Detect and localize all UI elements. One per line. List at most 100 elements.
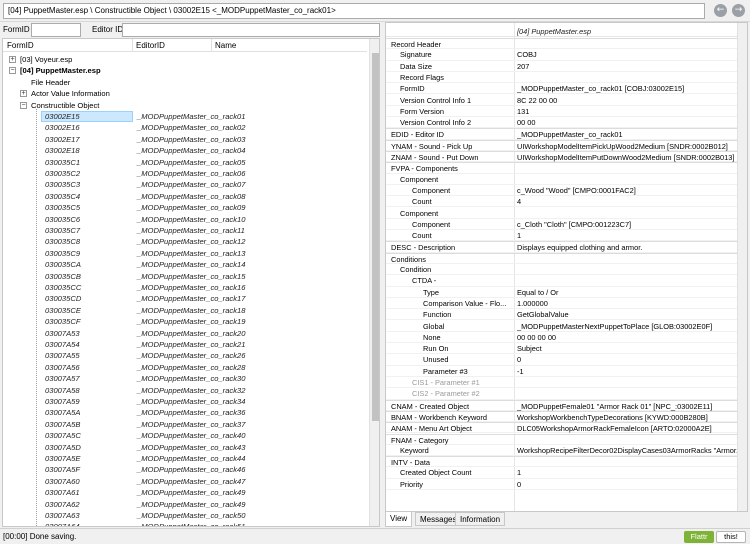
view-field-row[interactable]: FNAM - Category [386,433,737,445]
field-value[interactable]: Subject [517,343,737,354]
field-value[interactable]: c_Cloth "Cloth" [CMPO:001223C7] [517,219,737,230]
view-field-row[interactable]: BNAM - Workbench Keyword WorkshopWorkbenc… [386,410,737,423]
view-field-row[interactable]: Record Flags [386,72,737,84]
back-arrow-icon[interactable]: ← [714,4,727,17]
field-value[interactable]: _MODPuppetMasterNextPuppetToPlace [GLOB:… [517,321,737,332]
tree-record-row[interactable]: 03007A59 _MODPuppetMaster_co_rack34 [3,396,367,407]
tree-record-row[interactable]: 03007A5E _MODPuppetMaster_co_rack44 [3,453,367,464]
view-field-row[interactable]: EDID - Editor ID _MODPuppetMaster_co_rack… [386,128,737,140]
tree-record-row[interactable]: 030035CF _MODPuppetMaster_co_rack19 [3,316,367,327]
view-field-row[interactable]: Component [386,174,737,185]
field-value[interactable]: _MODPuppetMaster_co_rack01 [COBJ:03002E1… [517,83,737,94]
view-field-row[interactable]: CTDA - [386,275,737,287]
tree-record-row[interactable]: 03007A53 _MODPuppetMaster_co_rack20 [3,328,367,339]
tree-scrollbar[interactable] [369,39,379,526]
tree-record-row[interactable]: 030035C5 _MODPuppetMaster_co_rack09 [3,202,367,213]
tree-record-row[interactable]: 03007A5B _MODPuppetMaster_co_rack37 [3,419,367,430]
tree-record-row[interactable]: 03007A57 _MODPuppetMaster_co_rack30 [3,373,367,384]
tree-record-row[interactable]: 030035C9 _MODPuppetMaster_co_rack13 [3,248,367,259]
tree-node[interactable]: + [03] Voyeur.esp [3,54,367,65]
field-value[interactable]: -1 [517,366,737,377]
view-field-row[interactable]: Condition [386,264,737,276]
view-field-row[interactable]: Conditions [386,252,737,264]
view-field-row[interactable]: Version Control Info 1 8C 22 00 00 [386,95,737,106]
view-field-row[interactable]: Version Control Info 2 00 00 [386,117,737,129]
field-value[interactable]: 00 00 00 00 [517,332,737,343]
tree-record-row[interactable]: 030035C6 _MODPuppetMaster_co_rack10 [3,214,367,225]
view-field-row[interactable]: Run On Subject [386,343,737,355]
field-value[interactable]: c_Wood "Wood" [CMPO:0001FAC2] [517,185,737,196]
record-path-field[interactable]: [04] PuppetMaster.esp \ Constructible Ob… [3,3,705,19]
view-field-row[interactable]: DESC - Description Displays equipped clot… [386,241,737,253]
view-field-row[interactable]: Global _MODPuppetMasterNextPuppetToPlace … [386,321,737,332]
view-field-row[interactable]: Priority 0 [386,479,737,490]
tree-record-row[interactable]: 03007A60 _MODPuppetMaster_co_rack47 [3,476,367,487]
tree-record-row[interactable]: 03007A64 _MODPuppetMaster_co_rack51 [3,521,367,526]
view-field-row[interactable]: Unused 0 [386,354,737,366]
tree-record-row[interactable]: 030035CB _MODPuppetMaster_co_rack15 [3,271,367,282]
view-field-row[interactable]: Component [386,208,737,219]
field-value[interactable]: 207 [517,61,737,72]
tree-record-row[interactable]: 03007A61 _MODPuppetMaster_co_rack49 [3,487,367,498]
view-field-row[interactable]: INTV - Data [386,456,737,468]
tree-node[interactable]: − [04] PuppetMaster.esp [3,65,367,76]
tree-scrollbar-thumb[interactable] [372,53,379,421]
view-field-row[interactable]: CIS1 - Parameter #1 [386,377,737,389]
field-value[interactable]: 4 [517,196,737,207]
view-field-row[interactable]: Count 4 [386,196,737,208]
tree-record-row[interactable]: 030035CD _MODPuppetMaster_co_rack17 [3,293,367,304]
expand-icon[interactable]: + [20,90,27,98]
formid-filter-input[interactable] [31,23,81,37]
tree-record-row[interactable]: 03002E18 _MODPuppetMaster_co_rack04 [3,145,367,156]
view-field-row[interactable]: None 00 00 00 00 [386,332,737,344]
tree-record-row[interactable]: 030035CA _MODPuppetMaster_co_rack14 [3,259,367,270]
tree-record-row[interactable]: 030035CC _MODPuppetMaster_co_rack16 [3,282,367,293]
field-value[interactable]: 1 [517,230,737,241]
tree-record-row[interactable]: 03007A5F _MODPuppetMaster_co_rack46 [3,464,367,475]
expand-icon[interactable]: + [9,56,16,63]
forward-arrow-icon[interactable]: → [732,4,745,17]
tree-record-row[interactable]: 03007A56 _MODPuppetMaster_co_rack28 [3,362,367,373]
tree-record-row[interactable]: 03007A55 _MODPuppetMaster_co_rack26 [3,350,367,361]
column-header-formid[interactable]: FormID [7,41,34,50]
view-field-row[interactable]: Parameter #3 -1 [386,366,737,377]
collapse-icon[interactable]: − [9,67,16,75]
view-field-row[interactable]: Type Equal to / Or [386,287,737,298]
field-value[interactable]: GetGlobalValue [517,309,737,320]
field-value[interactable]: 1.000000 [517,298,737,309]
field-value[interactable]: 131 [517,106,737,117]
tree-record-row[interactable]: 030035C1 _MODPuppetMaster_co_rack05 [3,157,367,168]
field-value[interactable]: WorkshopRecipeFilterDecor02DisplayCases0… [517,445,737,456]
tab-view[interactable]: View [385,512,413,527]
tree-node[interactable]: File Header [3,77,367,88]
view-scrollbar[interactable] [737,23,747,511]
view-field-row[interactable]: ANAM - Menu Art Object DLC05WorkshopArmor… [386,422,737,434]
field-value[interactable]: 1 [517,467,737,478]
tree-record-row[interactable]: 030035C2 _MODPuppetMaster_co_rack06 [3,168,367,179]
field-value[interactable]: Equal to / Or [517,287,737,298]
field-value[interactable]: 00 00 [517,117,737,128]
view-field-row[interactable]: CIS2 - Parameter #2 [386,388,737,400]
tree-node[interactable]: + Actor Value Information [3,88,367,99]
view-field-row[interactable]: Comparison Value - Flo... 1.000000 [386,298,737,310]
view-field-row[interactable]: Function GetGlobalValue [386,309,737,321]
view-field-row[interactable]: FVPA - Components [386,162,737,174]
editorid-filter-input[interactable] [122,23,380,37]
view-field-row[interactable]: Keyword WorkshopRecipeFilterDecor02Displa… [386,445,737,457]
tree-record-row[interactable]: 03002E16 _MODPuppetMaster_co_rack02 [3,122,367,133]
tree-record-row[interactable]: 030035C3 _MODPuppetMaster_co_rack07 [3,179,367,190]
view-field-row[interactable]: Form Version 131 [386,106,737,118]
field-value[interactable]: 0 [517,354,737,365]
view-field-row[interactable]: YNAM - Sound - Pick Up UIWorkshopModelIte… [386,139,737,151]
tree-record-row[interactable]: 03007A54 _MODPuppetMaster_co_rack21 [3,339,367,350]
view-field-row[interactable]: Signature COBJ [386,49,737,61]
flattr-button[interactable]: Flattr [684,531,714,543]
view-field-row[interactable]: Component c_Wood "Wood" [CMPO:0001FAC2] [386,185,737,197]
tree-record-row[interactable]: 03002E17 _MODPuppetMaster_co_rack03 [3,134,367,145]
view-field-row[interactable]: Created Object Count 1 [386,467,737,479]
field-value[interactable]: COBJ [517,49,737,60]
tree-record-row[interactable]: 030035C7 _MODPuppetMaster_co_rack11 [3,225,367,236]
tree-record-row[interactable]: 03007A5C _MODPuppetMaster_co_rack40 [3,430,367,441]
view-field-row[interactable]: Component c_Cloth "Cloth" [CMPO:001223C7] [386,219,737,231]
view-field-row[interactable]: Record Header [386,38,737,50]
